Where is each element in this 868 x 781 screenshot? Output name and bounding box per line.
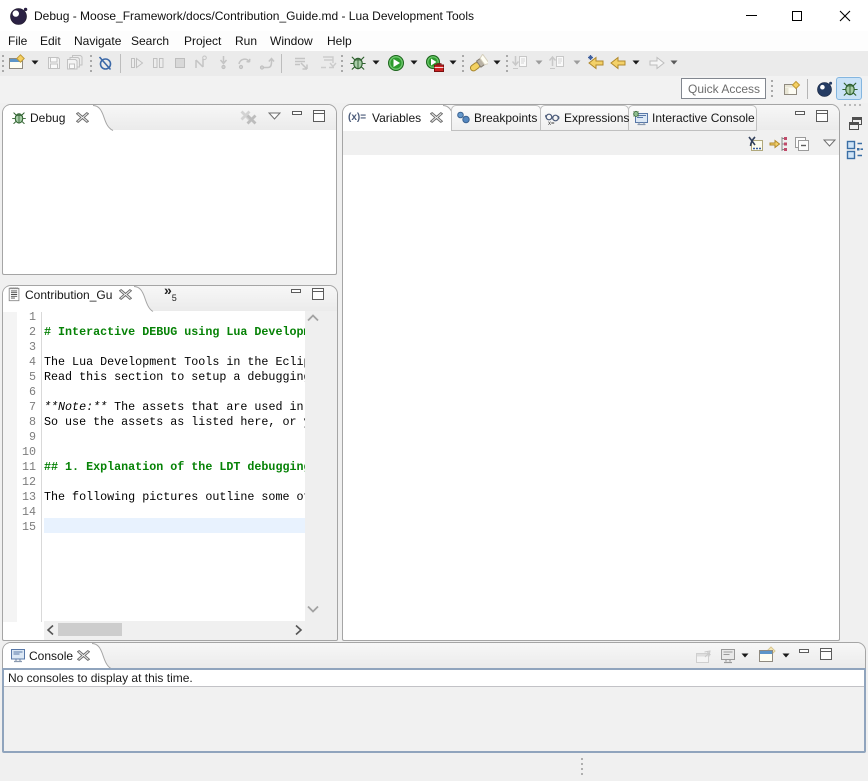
svg-text:x=: x= (548, 121, 555, 127)
